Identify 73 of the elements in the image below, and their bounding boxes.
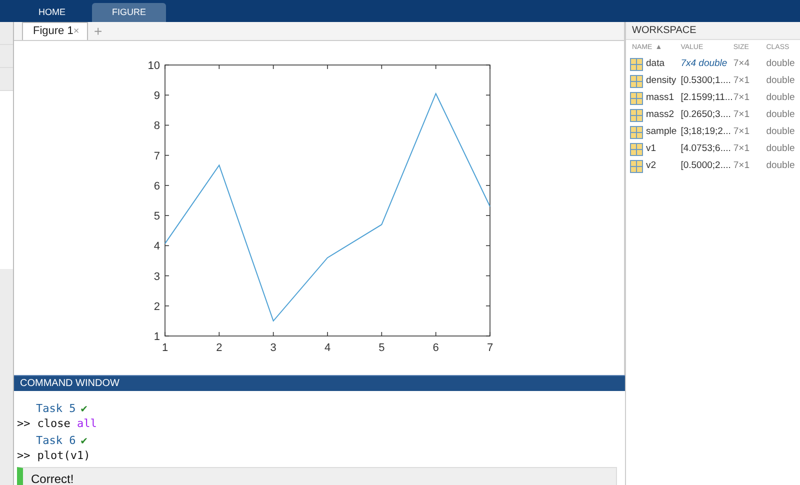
task-label: Task 6 [36, 433, 76, 448]
y-tick-label: 3 [154, 270, 160, 283]
check-mark: ✔ [80, 433, 88, 448]
panel-title: COMMAND WINDOW [14, 375, 625, 391]
y-tick-label: 8 [154, 120, 160, 132]
variable-name: v2 [646, 159, 656, 174]
check-mark: ✔ [80, 401, 88, 416]
workspace-row[interactable]: v1 [4.0753;6.... 7×1 double [626, 141, 800, 158]
y-tick-label: 2 [154, 300, 160, 313]
y-tick-label: 9 [154, 90, 160, 102]
variable-value: [2.1599;11... [680, 91, 734, 106]
variable-name: density [646, 74, 676, 88]
prompt: >> [17, 448, 30, 463]
variable-class: double [766, 91, 796, 106]
variable-value: [0.2650;3.... [680, 108, 732, 122]
x-tick-label: 3 [270, 342, 276, 354]
command-text: plot(v1) [37, 448, 90, 463]
variable-class: double [766, 142, 796, 156]
task-label: Task 5 [36, 401, 76, 416]
x-tick-label: 5 [378, 342, 385, 354]
y-tick-label: 6 [154, 180, 160, 192]
variable-size: 7×1 [733, 125, 751, 140]
table-icon [630, 143, 643, 156]
variable-size: 7×1 [733, 142, 751, 156]
variable-size: 7×1 [733, 159, 751, 174]
table-icon [630, 92, 643, 105]
x-tick-label: 2 [216, 342, 222, 354]
variable-size: 7×1 [733, 91, 751, 106]
command-text: close all [37, 416, 97, 431]
y-tick-label: 5 [154, 210, 160, 223]
x-tick-label: 4 [324, 342, 331, 354]
y-tick-label: 1 [154, 331, 160, 343]
variable-name: mass1 [646, 91, 674, 106]
variable-class: double [766, 125, 796, 140]
variable-class: double [766, 57, 796, 72]
figure-tab[interactable]: Figure 1× [22, 22, 88, 40]
workspace-row[interactable]: mass2 [0.2650;3.... 7×1 double [626, 107, 800, 124]
variable-value: [4.0753;6.... [680, 142, 732, 156]
variable-size: 7×4 [733, 57, 751, 72]
variable-value: [0.5000;2.... [680, 159, 732, 174]
variable-value: [3;18;19;2... [680, 125, 732, 140]
variable-name: sample [646, 125, 677, 140]
variable-size: 7×1 [733, 74, 751, 88]
variable-size: 7×1 [733, 108, 751, 122]
table-icon [630, 109, 643, 122]
x-tick-label: 6 [432, 342, 439, 354]
variable-class: double [766, 74, 796, 88]
table-icon [630, 126, 643, 139]
y-tick-label: 4 [154, 240, 160, 253]
tab-label: Figure 1 [33, 24, 74, 40]
variable-name: v1 [646, 142, 656, 156]
variable-value: 7x4 double [680, 57, 728, 72]
variable-name: mass2 [646, 108, 674, 122]
prompt: >> [17, 416, 30, 431]
workspace-row[interactable]: mass1 [2.1599;11...7×1 double [626, 90, 800, 107]
variable-class: double [766, 159, 796, 174]
variable-name: data [646, 57, 664, 72]
workspace-row[interactable]: sample [3;18;19;2... 7×1 double [626, 124, 800, 141]
x-tick-label: 7 [486, 342, 494, 354]
panel-title: WORKSPACE [626, 22, 800, 40]
table-icon [630, 58, 643, 71]
y-tick-label: 10 [148, 60, 160, 72]
variable-class: double [766, 108, 796, 122]
table-icon [630, 75, 643, 88]
variable-value: [0.5300;1.... [680, 74, 732, 88]
workspace-row[interactable]: density [0.5300;1.... 7×1 double [626, 73, 800, 90]
workspace-row[interactable]: v2 [0.5000;2.... 7×1 double [626, 158, 800, 175]
x-tick-label: 1 [162, 342, 168, 354]
y-tick-label: 7 [154, 150, 160, 162]
feedback-message: Correct! [17, 467, 617, 485]
ribbon-tab[interactable]: FIGURE [92, 3, 166, 22]
table-icon [630, 160, 643, 173]
workspace-row[interactable]: data 7x4 double 7×4 double [626, 56, 800, 73]
